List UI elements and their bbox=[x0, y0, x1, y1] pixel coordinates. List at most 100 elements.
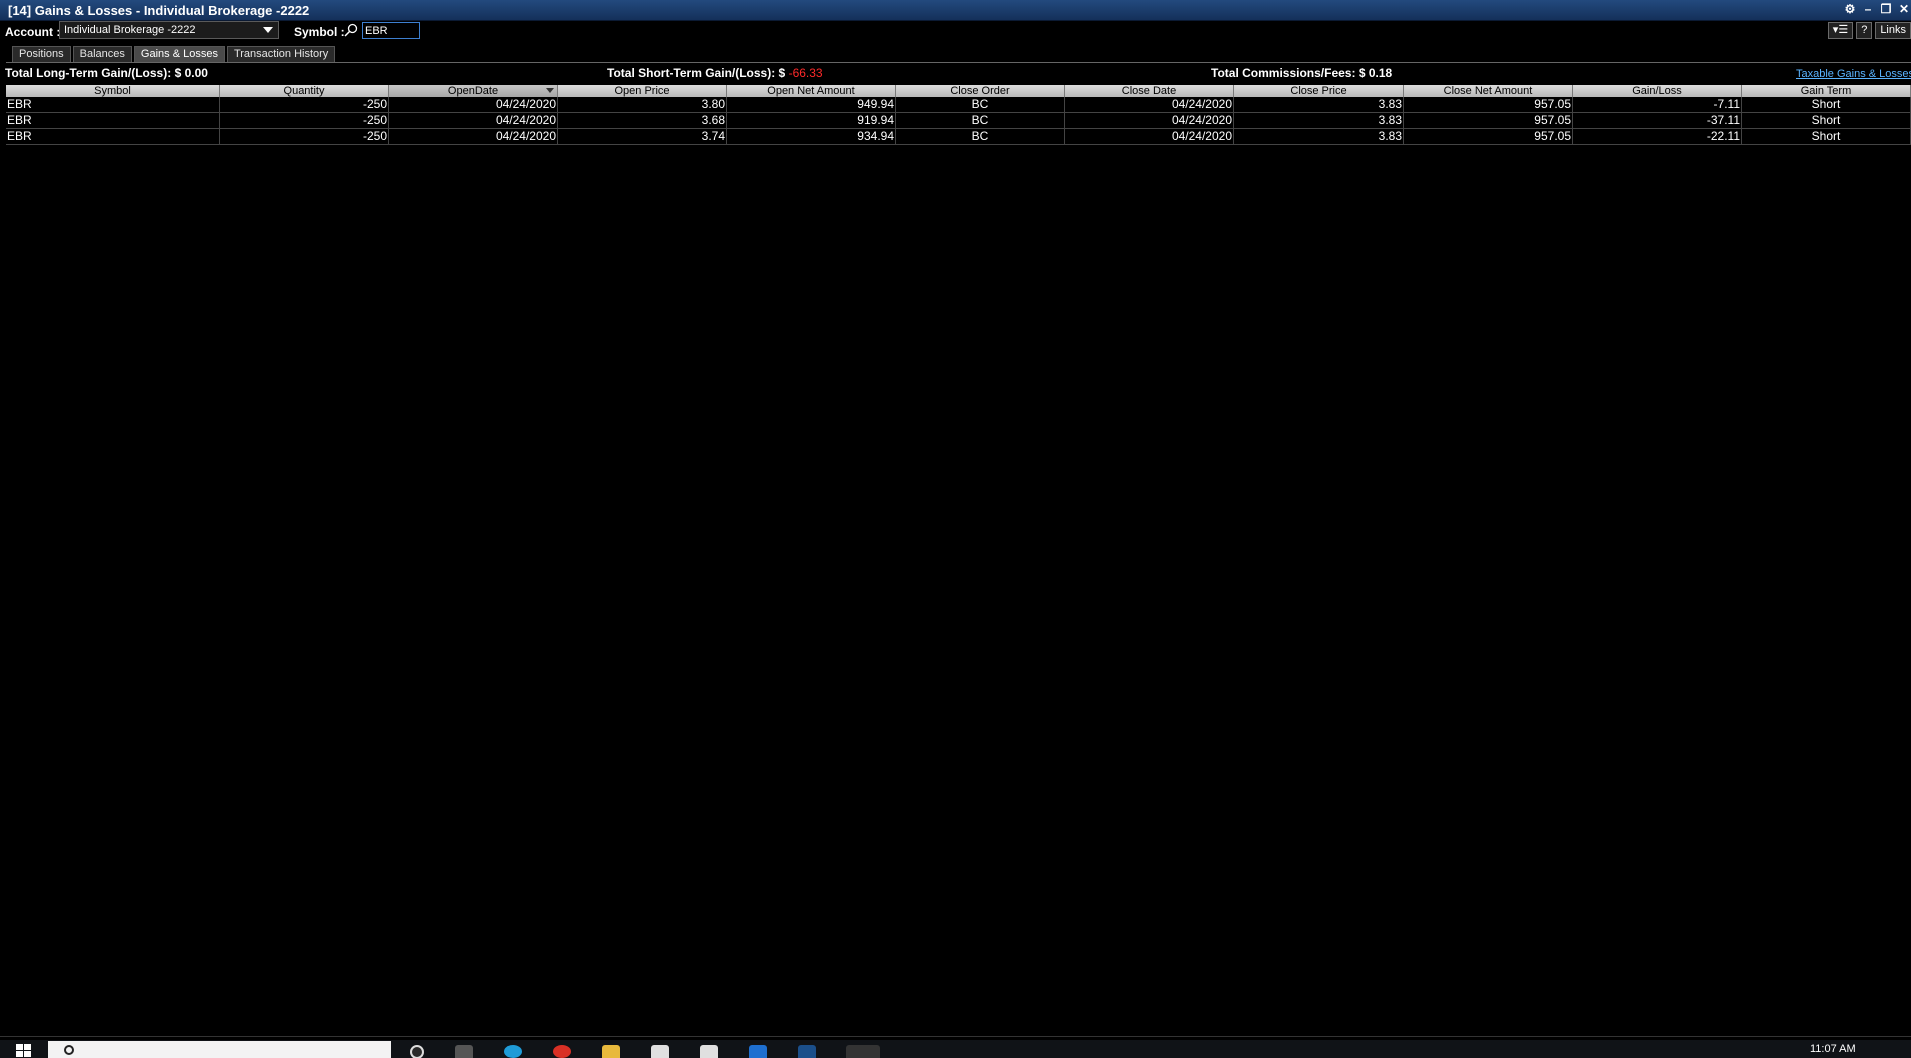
close-icon[interactable]: ✕ bbox=[1897, 2, 1911, 17]
app-icon[interactable] bbox=[798, 1045, 816, 1058]
cell-gain-loss: -37.11 bbox=[1573, 113, 1742, 128]
summary-bar: Total Long-Term Gain/(Loss): $ 0.00 Tota… bbox=[0, 66, 1911, 82]
cell-gain-term: Short bbox=[1742, 113, 1911, 128]
symbol-input[interactable] bbox=[362, 22, 420, 39]
toolbar-right: ▾☰ ? Links bbox=[1827, 22, 1911, 39]
column-header-close-net-amount[interactable]: Close Net Amount bbox=[1404, 85, 1573, 97]
cell-close-date: 04/24/2020 bbox=[1065, 97, 1234, 112]
taskbar: 11:07 AM bbox=[0, 1040, 1911, 1058]
store-icon[interactable] bbox=[651, 1045, 669, 1058]
tab-transaction-history[interactable]: Transaction History bbox=[226, 46, 336, 62]
long-term-value: $ 0.00 bbox=[174, 66, 208, 80]
column-header-close-price[interactable]: Close Price bbox=[1234, 85, 1404, 97]
search-icon[interactable] bbox=[344, 23, 358, 37]
symbol-label: Symbol : bbox=[294, 25, 345, 39]
window-title: [14] Gains & Losses - Individual Brokera… bbox=[8, 3, 310, 18]
task-view-icon[interactable] bbox=[455, 1045, 473, 1058]
long-term-label: Total Long-Term Gain/(Loss): bbox=[5, 66, 172, 80]
column-header-symbol[interactable]: Symbol bbox=[6, 85, 220, 97]
tab-balances[interactable]: Balances bbox=[72, 46, 132, 62]
commissions-summary: Total Commissions/Fees: $ 0.18 bbox=[1211, 66, 1392, 80]
column-header-gain-term[interactable]: Gain Term bbox=[1742, 85, 1911, 97]
taskbar-search[interactable] bbox=[48, 1041, 391, 1058]
long-term-summary: Total Long-Term Gain/(Loss): $ 0.00 bbox=[5, 66, 208, 80]
mail-icon[interactable] bbox=[749, 1045, 767, 1058]
trading-app-icon[interactable] bbox=[846, 1045, 880, 1058]
cell-open-price: 3.68 bbox=[558, 113, 727, 128]
restore-icon[interactable]: ❐ bbox=[1879, 2, 1893, 17]
cell-gain-loss: -7.11 bbox=[1573, 97, 1742, 112]
cell-open-date: 04/24/2020 bbox=[389, 113, 558, 128]
settings-icon[interactable]: ⚙ bbox=[1843, 2, 1857, 17]
tab-gains-losses[interactable]: Gains & Losses bbox=[133, 46, 225, 62]
column-header-close-date[interactable]: Close Date bbox=[1065, 85, 1234, 97]
tab-positions[interactable]: Positions bbox=[12, 46, 71, 62]
chevron-down-icon[interactable] bbox=[263, 27, 273, 33]
cortana-icon[interactable] bbox=[410, 1045, 424, 1058]
account-value: Individual Brokerage -2222 bbox=[64, 24, 196, 36]
tab-divider bbox=[6, 62, 1911, 63]
column-header-open-price[interactable]: Open Price bbox=[558, 85, 727, 97]
dropbox-icon[interactable] bbox=[700, 1045, 718, 1058]
table-row[interactable]: EBR -250 04/24/2020 3.68 919.94 BC 04/24… bbox=[6, 113, 1911, 129]
windows-start-icon[interactable] bbox=[16, 1044, 32, 1058]
search-icon bbox=[64, 1045, 74, 1055]
cell-symbol: EBR bbox=[6, 129, 220, 144]
column-header-open-net-amount[interactable]: Open Net Amount bbox=[727, 85, 896, 97]
column-header-gain-loss[interactable]: Gain/Loss bbox=[1573, 85, 1742, 97]
table-row[interactable]: EBR -250 04/24/2020 3.80 949.94 BC 04/24… bbox=[6, 97, 1911, 113]
minimize-icon[interactable]: – bbox=[1861, 2, 1875, 17]
cell-close-net-amount: 957.05 bbox=[1404, 113, 1573, 128]
sort-descending-icon bbox=[546, 88, 554, 93]
table-row[interactable]: EBR -250 04/24/2020 3.74 934.94 BC 04/24… bbox=[6, 129, 1911, 145]
cell-close-net-amount: 957.05 bbox=[1404, 129, 1573, 144]
account-select[interactable]: Individual Brokerage -2222 bbox=[59, 21, 279, 39]
taxable-gains-link[interactable]: Taxable Gains & Losses bbox=[1796, 68, 1911, 80]
toolbar: Account : Individual Brokerage -2222 Sym… bbox=[0, 21, 1911, 43]
cell-gain-loss: -22.11 bbox=[1573, 129, 1742, 144]
cell-close-date: 04/24/2020 bbox=[1065, 113, 1234, 128]
cell-open-net-amount: 919.94 bbox=[727, 113, 896, 128]
cell-quantity: -250 bbox=[220, 97, 389, 112]
app-window: [14] Gains & Losses - Individual Brokera… bbox=[0, 0, 1911, 1058]
cell-symbol: EBR bbox=[6, 113, 220, 128]
commissions-label: Total Commissions/Fees: bbox=[1211, 66, 1356, 80]
cell-close-order: BC bbox=[896, 97, 1065, 112]
cell-close-price: 3.83 bbox=[1234, 129, 1404, 144]
short-term-value: -66.33 bbox=[788, 66, 823, 80]
column-header-open-date[interactable]: OpenDate bbox=[389, 85, 558, 97]
cell-close-order: BC bbox=[896, 113, 1065, 128]
account-label: Account : bbox=[5, 25, 61, 39]
cell-close-date: 04/24/2020 bbox=[1065, 129, 1234, 144]
cell-gain-term: Short bbox=[1742, 129, 1911, 144]
menu-button[interactable]: ▾☰ bbox=[1827, 22, 1854, 39]
short-term-label: Total Short-Term Gain/(Loss): $ bbox=[607, 66, 786, 80]
cell-open-net-amount: 949.94 bbox=[727, 97, 896, 112]
column-header-quantity[interactable]: Quantity bbox=[220, 85, 389, 97]
tab-bar: Positions Balances Gains & Losses Transa… bbox=[12, 46, 336, 62]
edge-icon[interactable] bbox=[504, 1045, 522, 1058]
cell-gain-term: Short bbox=[1742, 97, 1911, 112]
column-header-close-order[interactable]: Close Order bbox=[896, 85, 1065, 97]
column-header-open-date-label: OpenDate bbox=[447, 85, 499, 97]
taskbar-clock[interactable]: 11:07 AM bbox=[1810, 1043, 1856, 1055]
links-button[interactable]: Links bbox=[1875, 22, 1911, 39]
window-controls: ⚙ – ❐ ✕ bbox=[1843, 2, 1911, 18]
cell-open-price: 3.74 bbox=[558, 129, 727, 144]
help-button[interactable]: ? bbox=[1856, 22, 1873, 39]
chrome-icon[interactable] bbox=[553, 1045, 571, 1058]
cell-symbol: EBR bbox=[6, 97, 220, 112]
cell-close-order: BC bbox=[896, 129, 1065, 144]
cell-quantity: -250 bbox=[220, 129, 389, 144]
cell-quantity: -250 bbox=[220, 113, 389, 128]
table-header: Symbol Quantity OpenDate Open Price Open… bbox=[6, 85, 1911, 97]
cell-open-price: 3.80 bbox=[558, 97, 727, 112]
cell-close-net-amount: 957.05 bbox=[1404, 97, 1573, 112]
title-bar: [14] Gains & Losses - Individual Brokera… bbox=[0, 0, 1911, 21]
cell-close-price: 3.83 bbox=[1234, 97, 1404, 112]
gains-losses-table: Symbol Quantity OpenDate Open Price Open… bbox=[6, 85, 1911, 145]
commissions-value: $ 0.18 bbox=[1358, 66, 1393, 80]
cell-open-date: 04/24/2020 bbox=[389, 129, 558, 144]
window-bottom-border bbox=[0, 1036, 1911, 1037]
file-explorer-icon[interactable] bbox=[602, 1045, 620, 1058]
